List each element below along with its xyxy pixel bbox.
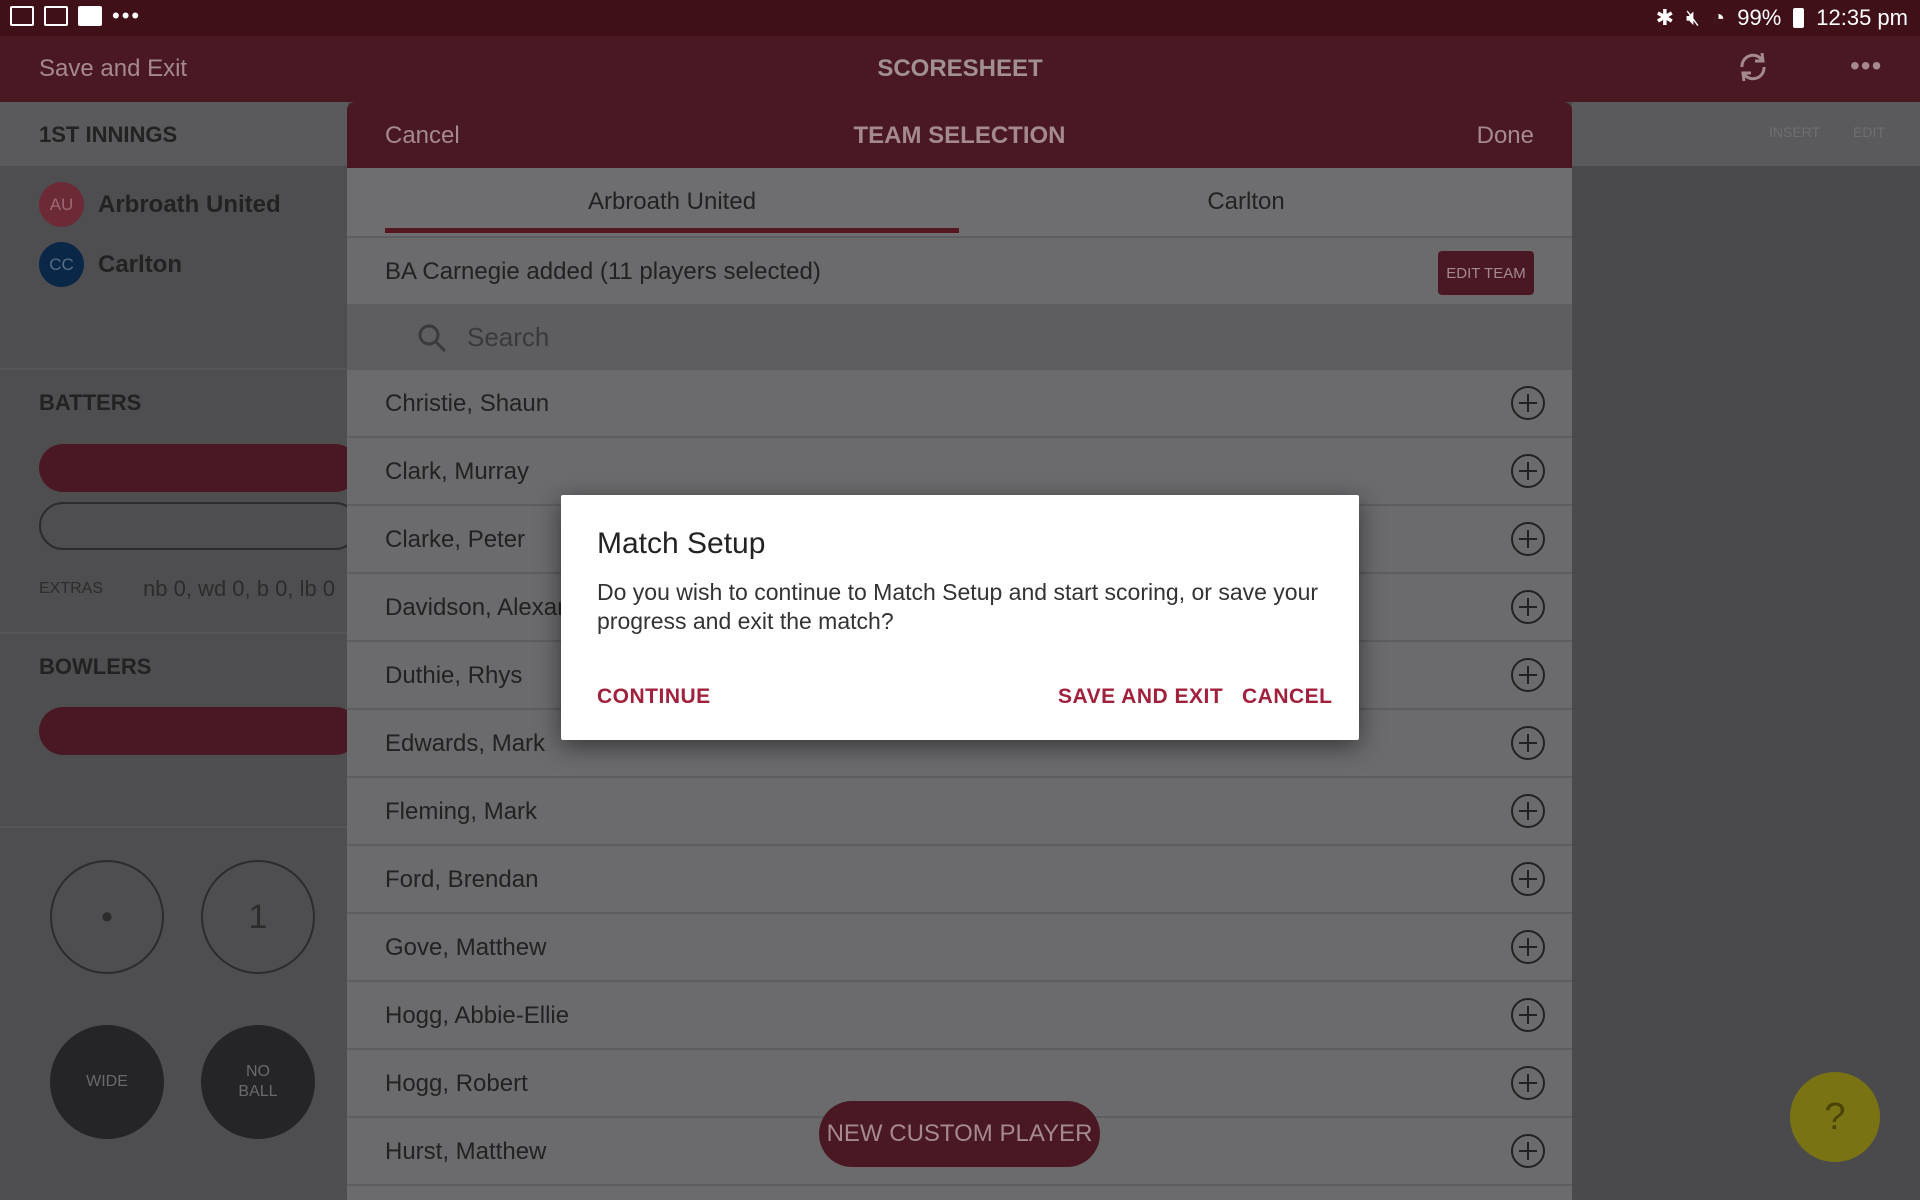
add-player-icon[interactable] bbox=[1510, 589, 1546, 625]
player-row[interactable]: Ford, Brendan bbox=[347, 846, 1572, 914]
sheet-title: TEAM SELECTION bbox=[853, 122, 1066, 149]
selection-status-row: BA Carnegie added (11 players selected) … bbox=[347, 236, 1572, 304]
add-player-icon[interactable] bbox=[1510, 385, 1546, 421]
app-bar: Save and Exit SCORESHEET ••• bbox=[0, 36, 1920, 102]
player-name: Ford, Brendan bbox=[385, 866, 539, 893]
player-name: Hogg, Abbie-Ellie bbox=[385, 1002, 570, 1029]
mail-notification-icon bbox=[44, 6, 68, 26]
flipboard-notification-icon bbox=[78, 6, 102, 26]
insert-link[interactable]: INSERT bbox=[1769, 124, 1820, 140]
team-name: Carlton bbox=[98, 250, 182, 278]
player-name: Clark, Murray bbox=[385, 458, 530, 485]
team-selection-header: Cancel TEAM SELECTION Done bbox=[347, 102, 1572, 168]
player-list: Christie, Shaun Clark, Murray Clarke, Pete… bbox=[347, 370, 1572, 1186]
search-icon bbox=[418, 324, 447, 353]
search-input[interactable] bbox=[467, 316, 1167, 358]
search-bar bbox=[347, 304, 1572, 370]
bowler-pill[interactable] bbox=[39, 707, 359, 755]
player-name: Fleming, Mark bbox=[385, 798, 538, 825]
notification-icons: ••• bbox=[10, 3, 142, 28]
innings-header: 1ST INNINGS bbox=[0, 102, 348, 166]
dialog-title: Match Setup bbox=[597, 527, 766, 560]
active-tab-indicator bbox=[385, 228, 959, 233]
edit-team-button[interactable]: EDIT TEAM bbox=[1438, 251, 1534, 295]
player-name: Christie, Shaun bbox=[385, 390, 550, 417]
add-player-icon[interactable] bbox=[1510, 861, 1546, 897]
tab-arbroath-united[interactable]: Arbroath United bbox=[385, 188, 959, 216]
extras-value: nb 0, wd 0, b 0, lb 0 bbox=[143, 576, 336, 601]
team-tabs: Arbroath United Carlton bbox=[347, 168, 1572, 236]
edit-link[interactable]: EDIT bbox=[1853, 124, 1885, 140]
dialog-message: Do you wish to continue to Match Setup a… bbox=[597, 579, 1319, 634]
one-run-button[interactable]: 1 bbox=[201, 860, 315, 974]
batters-title: BATTERS bbox=[39, 390, 142, 415]
cancel-button[interactable]: CANCEL bbox=[1242, 685, 1333, 709]
more-options-icon[interactable]: ••• bbox=[1850, 50, 1882, 82]
mute-icon: 🔇︎ bbox=[1686, 5, 1700, 30]
batter-nonstriker-pill[interactable] bbox=[39, 502, 359, 550]
app-bar-title: SCORESHEET bbox=[877, 55, 1043, 82]
add-player-icon[interactable] bbox=[1510, 1065, 1546, 1101]
divider bbox=[0, 632, 348, 634]
add-player-icon[interactable] bbox=[1510, 1133, 1546, 1169]
bowlers-title: BOWLERS bbox=[39, 654, 152, 679]
gallery-notification-icon bbox=[10, 6, 34, 26]
player-name: Gove, Matthew bbox=[385, 934, 547, 961]
divider bbox=[0, 368, 348, 370]
new-custom-player-button[interactable]: NEW CUSTOM PLAYER bbox=[819, 1101, 1100, 1167]
battery-percent: 99% bbox=[1737, 5, 1782, 30]
team-badge-cc: CC bbox=[39, 242, 84, 287]
player-name: Duthie, Rhys bbox=[385, 662, 523, 689]
player-name: Hurst, Matthew bbox=[385, 1138, 547, 1165]
wide-button[interactable]: WIDE bbox=[50, 1025, 164, 1139]
more-notifications-icon: ••• bbox=[112, 3, 142, 28]
continue-button[interactable]: CONTINUE bbox=[597, 685, 711, 709]
sheet-done-button[interactable]: Done bbox=[1477, 122, 1534, 150]
scoresheet-left-panel: 1ST INNINGS AU Arbroath United CC Carlto… bbox=[0, 102, 359, 1200]
add-player-icon[interactable] bbox=[1510, 657, 1546, 693]
selection-status-text: BA Carnegie added (11 players selected) bbox=[385, 258, 821, 285]
player-name: Hogg, Robert bbox=[385, 1070, 528, 1097]
extras-label: EXTRAS bbox=[39, 580, 104, 597]
wifi-icon: ◔ bbox=[1711, 5, 1726, 30]
battery-icon bbox=[1793, 8, 1805, 28]
team-badge-au: AU bbox=[39, 182, 84, 227]
batter-striker-pill[interactable] bbox=[39, 444, 359, 492]
tab-carlton[interactable]: Carlton bbox=[959, 188, 1533, 216]
innings-title: 1ST INNINGS bbox=[39, 122, 178, 147]
add-player-icon[interactable] bbox=[1510, 997, 1546, 1033]
divider bbox=[0, 826, 348, 828]
player-name: Clarke, Peter bbox=[385, 526, 526, 553]
bluetooth-icon: ✱ bbox=[1655, 5, 1675, 30]
match-setup-dialog: Match Setup Do you wish to continue to M… bbox=[561, 495, 1359, 740]
player-row[interactable]: Hogg, Abbie-Ellie bbox=[347, 982, 1572, 1050]
status-bar: ••• ✱ 🔇︎ ◔ 99% 12:35 pm bbox=[0, 0, 1920, 36]
right-panel-header: INSERT EDIT bbox=[1572, 102, 1920, 166]
system-status: ✱ 🔇︎ ◔ 99% 12:35 pm bbox=[1656, 5, 1908, 31]
player-name: Edwards, Mark bbox=[385, 730, 546, 757]
clock: 12:35 pm bbox=[1816, 5, 1908, 30]
player-row[interactable]: Fleming, Mark bbox=[347, 778, 1572, 846]
no-ball-button[interactable]: NO BALL bbox=[201, 1025, 315, 1139]
player-row[interactable]: Christie, Shaun bbox=[347, 370, 1572, 438]
dot-ball-button[interactable]: • bbox=[50, 860, 164, 974]
add-player-icon[interactable] bbox=[1510, 725, 1546, 761]
player-row[interactable]: Gove, Matthew bbox=[347, 914, 1572, 982]
team-row-arbroath[interactable]: AU Arbroath United bbox=[39, 182, 281, 227]
refresh-icon[interactable] bbox=[1736, 50, 1770, 84]
save-and-exit-button[interactable]: SAVE AND EXIT bbox=[1058, 685, 1223, 709]
add-player-icon[interactable] bbox=[1510, 521, 1546, 557]
team-name: Arbroath United bbox=[98, 190, 281, 218]
add-player-icon[interactable] bbox=[1510, 929, 1546, 965]
help-button[interactable]: ? bbox=[1790, 1072, 1880, 1162]
add-player-icon[interactable] bbox=[1510, 793, 1546, 829]
add-player-icon[interactable] bbox=[1510, 453, 1546, 489]
team-row-carlton[interactable]: CC Carlton bbox=[39, 242, 182, 287]
extras-row: EXTRAS nb 0, wd 0, b 0, lb 0 bbox=[39, 576, 335, 602]
